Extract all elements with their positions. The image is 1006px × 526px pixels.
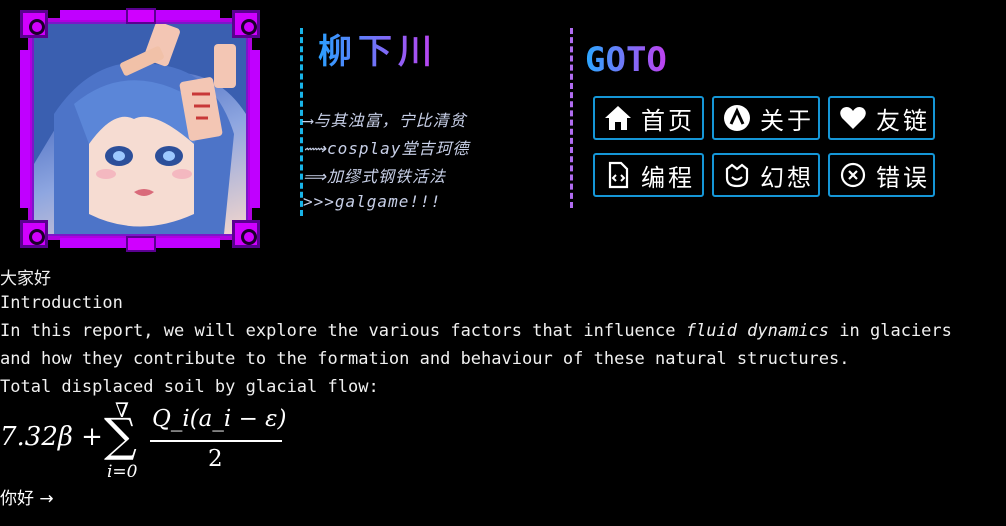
nav-divider: [570, 28, 573, 208]
math-formula: 7.32β + ∇ ∑ i=0 Q_i(a_i − ε) 2: [0, 398, 320, 488]
paragraph-text: in glaciers: [829, 321, 952, 341]
paragraph-text: In this report, we will explore the vari…: [0, 321, 686, 341]
frame-corner-bottom-right: [232, 220, 260, 248]
frame-notch-bottom: [126, 236, 156, 252]
formula-lead: 7.32β +: [0, 422, 103, 452]
nav-button-about-label: 关于: [760, 106, 814, 135]
a-circle-icon: [722, 103, 752, 133]
nav-button-friends[interactable]: 友链: [828, 96, 935, 140]
nav-button-friends-label: 友链: [876, 106, 930, 135]
motto-line-3: ⟹加缪式钢铁活法: [303, 167, 446, 186]
nav-button-error-label: 错误: [876, 163, 930, 192]
motto-line-4: >>>galgame!!!: [303, 192, 442, 211]
paragraph-line-2: and how they contribute to the formation…: [0, 349, 850, 369]
nav-button-coding[interactable]: 编程: [593, 153, 704, 197]
formula-fraction-bar: [150, 440, 282, 442]
anime-girl-illustration: [34, 24, 246, 234]
site-title: 柳下川: [318, 24, 438, 73]
heart-icon: [838, 103, 868, 133]
nav-button-error[interactable]: 错误: [828, 153, 935, 197]
avatar-image: [34, 24, 246, 234]
formula-numerator: Q_i(a_i − ε): [152, 406, 287, 432]
hello-link[interactable]: 你好 →: [0, 484, 54, 509]
greeting: 大家好: [0, 269, 51, 289]
nav-button-coding-label: 编程: [641, 163, 695, 192]
frame-corner-top-left: [20, 10, 48, 38]
nav-button-home[interactable]: 首页: [593, 96, 704, 140]
nav-button-fantasy[interactable]: 幻想: [712, 153, 820, 197]
paragraph-line-1: In this report, we will explore the vari…: [0, 321, 952, 341]
code-file-icon: [603, 160, 633, 190]
frame-corner-bottom-left: [20, 220, 48, 248]
nav-button-home-label: 首页: [641, 106, 695, 135]
nav-title: GOTO: [585, 40, 667, 80]
formula-label: Total displaced soil by glacial flow:: [0, 377, 379, 397]
x-circle-icon: [838, 160, 868, 190]
nav-button-about[interactable]: 关于: [712, 96, 820, 140]
frame-stripe-left: [20, 50, 30, 208]
frame-stripe-right: [250, 50, 260, 208]
motto-line-1: ⟶与其浊富，宁比清贫: [303, 111, 467, 130]
avatar[interactable]: [20, 8, 260, 252]
formula-denominator: 2: [208, 446, 223, 472]
nav-button-fantasy-label: 幻想: [760, 163, 814, 192]
formula-sum-bottom: i=0: [107, 462, 138, 482]
page: 柳下川 ⟶与其浊富，宁比清贫 ⟿cosplay堂吉珂德 ⟹加缪式钢铁活法 >>>…: [0, 0, 1006, 526]
home-icon: [603, 103, 633, 133]
frame-notch-top: [126, 8, 156, 24]
motto-line-2: ⟿cosplay堂吉珂德: [303, 139, 470, 158]
flower-smile-icon: [722, 160, 752, 190]
emphasis-text: fluid dynamics: [685, 321, 830, 341]
formula-sum-sign: ∑: [104, 408, 137, 462]
section-heading: Introduction: [0, 293, 123, 313]
frame-corner-top-right: [232, 10, 260, 38]
